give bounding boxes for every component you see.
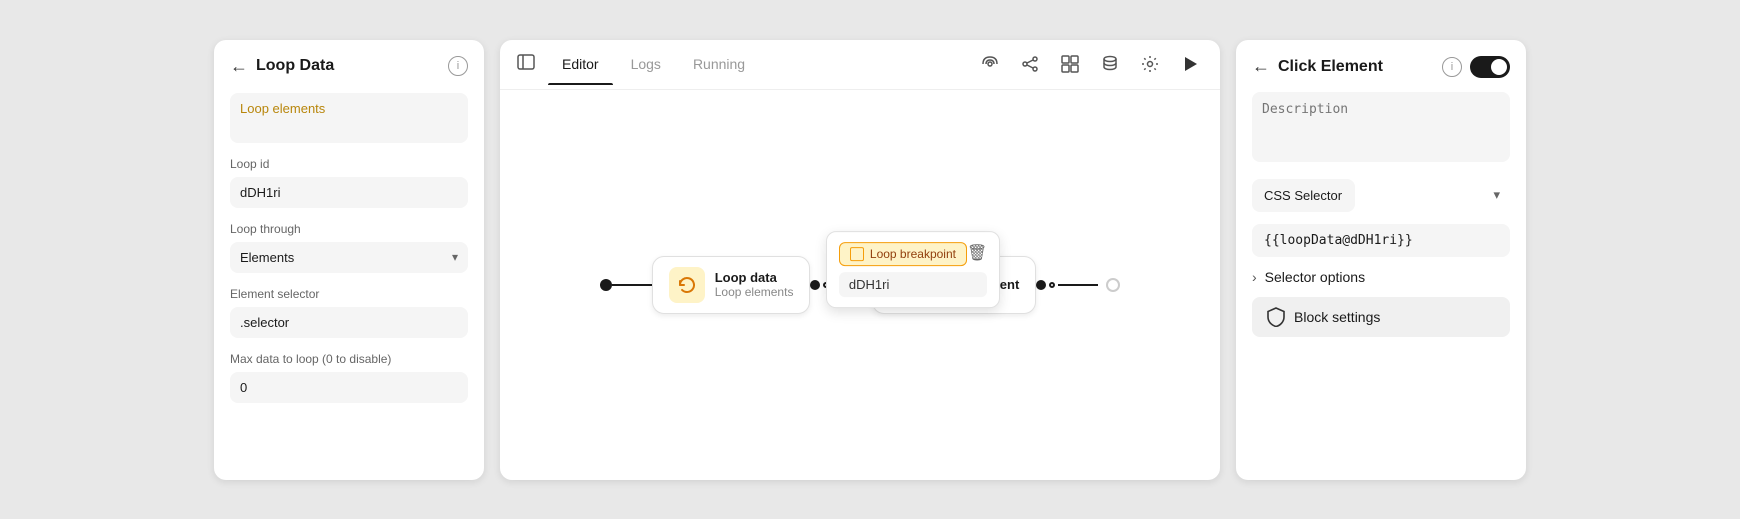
info-icon[interactable]: i: [448, 56, 468, 76]
right-panel-title: Click Element: [1278, 58, 1434, 76]
breakpoint-popup: Loop breakpoint 🗑 dDH1ri: [826, 231, 1000, 308]
right-header: ← Click Element i: [1252, 56, 1510, 78]
loop-data-text: Loop data Loop elements: [715, 270, 794, 299]
middle-panel: Editor Logs Running: [500, 40, 1220, 480]
css-selector-select[interactable]: CSS Selector XPath Text: [1252, 179, 1355, 212]
loop-elements-field: Loop elements: [230, 93, 468, 143]
selector-options-row[interactable]: › Selector options: [1252, 269, 1510, 285]
shield-icon: [1266, 307, 1286, 327]
sidebar-toggle-icon[interactable]: [516, 52, 536, 77]
loop-through-label: Loop through: [230, 222, 468, 236]
loop-through-select[interactable]: Elements Items Rows: [230, 242, 468, 273]
loop-data-subtitle: Loop elements: [715, 285, 794, 299]
run-button[interactable]: [1176, 50, 1204, 78]
loop-data-icon: [669, 267, 705, 303]
element-selector-input[interactable]: [230, 307, 468, 338]
element-selector-field: Element selector: [230, 287, 468, 338]
grid-icon[interactable]: [1056, 50, 1084, 78]
loop-id-input[interactable]: [230, 177, 468, 208]
editor-toolbar: [976, 50, 1204, 78]
max-data-label: Max data to loop (0 to disable): [230, 352, 468, 366]
block-settings-label: Block settings: [1294, 309, 1380, 325]
left-panel: ← Loop Data i Loop elements Loop id Loop…: [214, 40, 484, 480]
settings-icon[interactable]: [1136, 50, 1164, 78]
breakpoint-value: dDH1ri: [839, 272, 987, 297]
database-icon[interactable]: [1096, 50, 1124, 78]
connector-2: [1036, 280, 1098, 290]
loop-data-node[interactable]: Loop data Loop elements: [652, 256, 811, 314]
block-settings-button[interactable]: Block settings: [1252, 297, 1510, 337]
loop-data-chip: {{loopData@dDH1ri}}: [1252, 224, 1510, 257]
loop-data-title: Loop data: [715, 270, 794, 285]
flow-container: Loop data Loop elements: [600, 256, 1121, 314]
toggle-knob: [1491, 59, 1507, 75]
loop-through-select-wrapper: Elements Items Rows ▾: [230, 242, 468, 273]
loop-through-field: Loop through Elements Items Rows ▾: [230, 222, 468, 273]
breakpoint-label: Loop breakpoint: [870, 247, 956, 261]
tab-editor[interactable]: Editor: [548, 44, 613, 84]
signal-icon[interactable]: [976, 50, 1004, 78]
toggle-switch[interactable]: [1470, 56, 1510, 78]
tab-running[interactable]: Running: [679, 44, 759, 84]
start-dot: [600, 279, 612, 291]
max-data-input[interactable]: [230, 372, 468, 403]
element-selector-label: Element selector: [230, 287, 468, 301]
chevron-right-icon: ›: [1252, 269, 1257, 285]
start-connector: [600, 279, 652, 291]
start-line: [612, 284, 652, 286]
breakpoint-delete-button[interactable]: 🗑: [967, 243, 987, 263]
loop-elements-value: Loop elements: [230, 93, 468, 143]
connector-line-2: [1058, 284, 1098, 286]
loop-id-label: Loop id: [230, 157, 468, 171]
end-dot: [1106, 278, 1120, 292]
connector-dot-2: [1036, 280, 1046, 290]
tab-logs[interactable]: Logs: [617, 44, 675, 84]
description-textarea[interactable]: [1252, 92, 1510, 162]
max-data-field: Max data to loop (0 to disable): [230, 352, 468, 403]
css-selector-wrapper: CSS Selector XPath Text: [1252, 179, 1510, 212]
editor-tabs-bar: Editor Logs Running: [500, 40, 1220, 90]
breakpoint-tag-icon: [850, 247, 864, 261]
loop-id-field: Loop id: [230, 157, 468, 208]
editor-canvas: Loop data Loop elements: [500, 90, 1220, 480]
panel-title: Loop Data: [256, 57, 440, 75]
right-back-arrow-icon[interactable]: ←: [1252, 56, 1270, 77]
share-icon[interactable]: [1016, 50, 1044, 78]
back-arrow-icon[interactable]: ←: [230, 56, 248, 77]
right-panel: ← Click Element i CSS Selector XPath Tex…: [1236, 40, 1526, 480]
right-info-icon[interactable]: i: [1442, 57, 1462, 77]
selector-options-label: Selector options: [1265, 269, 1365, 285]
connector-dot-1: [810, 280, 820, 290]
panel-header: ← Loop Data i: [230, 56, 468, 77]
breakpoint-tag: Loop breakpoint: [839, 242, 967, 266]
connector-circle-2: [1049, 282, 1055, 288]
